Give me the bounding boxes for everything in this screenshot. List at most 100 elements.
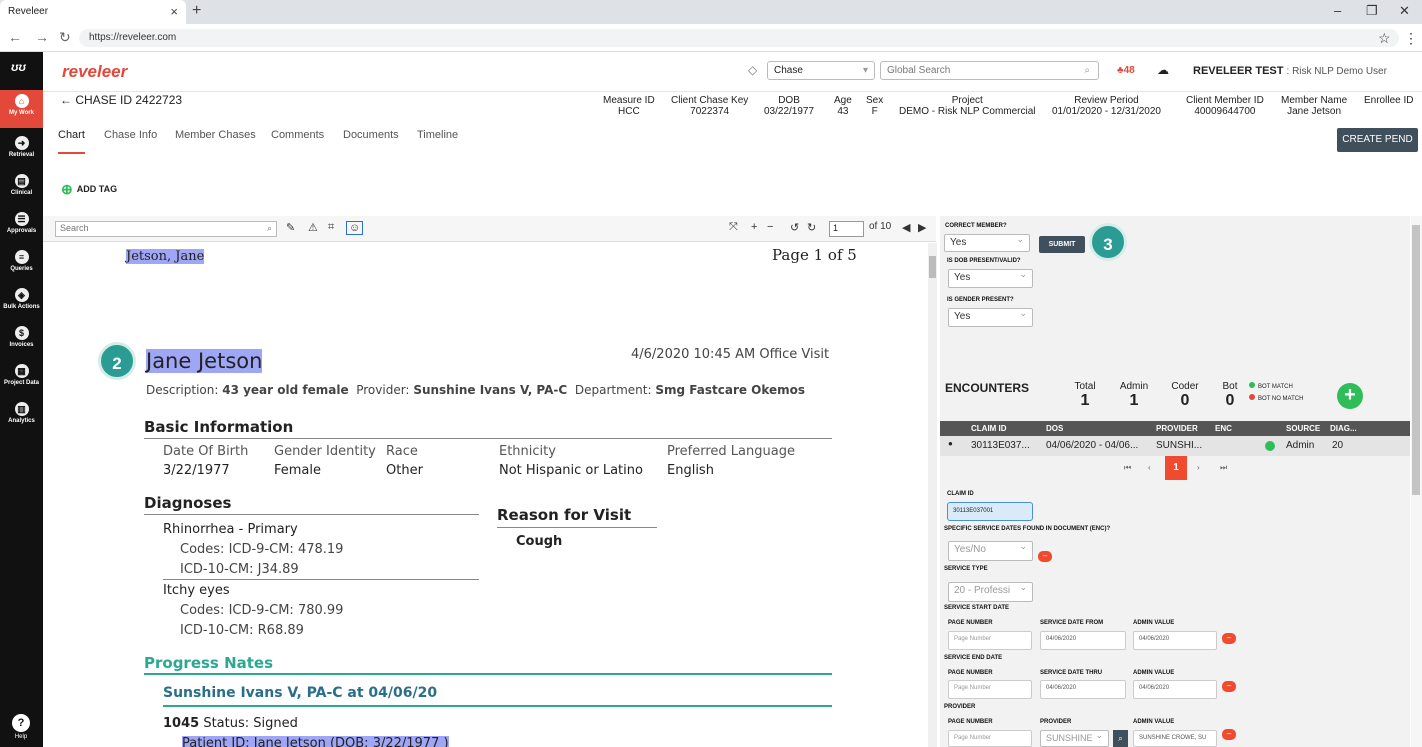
tab-documents[interactable]: Documents xyxy=(343,129,399,141)
document-scrollbar[interactable] xyxy=(928,243,937,747)
sidebar-item-clinical[interactable]: ▤ Clinical xyxy=(0,174,43,196)
first-page-icon[interactable]: ⏮ xyxy=(1124,463,1131,473)
col-admin-value: ADMIN VALUE xyxy=(1133,719,1175,725)
meta-client-chase-key: Client Chase Key 7022374 xyxy=(671,95,749,117)
claim-id-field[interactable]: 30113E037001 xyxy=(947,502,1033,521)
col-source[interactable]: SOURCE xyxy=(1286,424,1320,433)
add-encounter-button[interactable]: + xyxy=(1337,383,1363,409)
rotate-right-icon[interactable]: ↻ xyxy=(807,221,816,234)
add-tag-button[interactable]: ⊕ ADD TAG xyxy=(61,181,117,198)
next-page-icon[interactable]: › xyxy=(1197,463,1200,472)
end-page-input[interactable]: Page Number xyxy=(948,680,1032,699)
remove-icon[interactable]: – xyxy=(1222,633,1236,644)
tab-comments[interactable]: Comments xyxy=(271,129,324,141)
sidebar-item-analytics[interactable]: ▥ Analytics xyxy=(0,402,43,424)
col-provider: PROVIDER xyxy=(1040,719,1072,725)
sidebar-item-my-work[interactable]: ⌂ My Work xyxy=(0,90,43,128)
meta-client-member-id: Client Member ID 40009644700 xyxy=(1186,95,1264,117)
sidebar-item-retrieval[interactable]: ➜ Retrieval xyxy=(0,136,43,158)
doc-val: Other xyxy=(386,463,423,478)
end-date-input[interactable]: 04/06/2020 xyxy=(1040,680,1126,699)
sidebar-item-approvals[interactable]: ☰ Approvals xyxy=(0,212,43,234)
rotate-left-icon[interactable]: ↺ xyxy=(790,221,799,234)
global-search-input[interactable]: Global Search ⌕ xyxy=(880,61,1099,80)
back-icon[interactable]: ← xyxy=(8,29,22,45)
provider-select[interactable]: SUNSHINE xyxy=(1040,730,1109,747)
user-box-icon[interactable]: ☺ xyxy=(346,221,364,235)
warning-icon[interactable]: ⚠ xyxy=(308,221,318,234)
sidebar-item-bulk-actions[interactable]: ◈ Bulk Actions xyxy=(0,288,43,310)
user-menu[interactable]: REVELEER TEST : Risk NLP Demo User xyxy=(1193,65,1387,77)
close-window-icon[interactable]: ✕ xyxy=(1399,3,1410,19)
tab-chart[interactable]: Chart xyxy=(58,129,85,154)
specific-dates-select[interactable]: Yes/No xyxy=(948,541,1033,561)
dob-select[interactable]: Yes xyxy=(948,269,1033,288)
gender-label: IS GENDER PRESENT? xyxy=(947,297,1014,303)
remove-icon[interactable]: – xyxy=(1222,681,1236,692)
provider-page-input[interactable]: Page Number xyxy=(948,730,1032,747)
sidebar-item-queries[interactable]: ≡ Queries xyxy=(0,250,43,272)
next-page-icon[interactable]: ▶ xyxy=(918,221,926,234)
search-type-select[interactable]: Chase ▾ xyxy=(767,61,875,80)
close-tab-icon[interactable]: × xyxy=(170,4,178,19)
tab-timeline[interactable]: Timeline xyxy=(417,129,458,141)
callout-3: 3 xyxy=(1089,223,1127,261)
url-input[interactable]: https://reveleer.com xyxy=(79,29,1399,47)
reload-icon[interactable]: ↻ xyxy=(59,29,71,46)
create-pend-button[interactable]: CREATE PEND xyxy=(1337,128,1418,152)
table-row[interactable]: ● 30113E037... 04/06/2020 - 04/06... SUN… xyxy=(940,436,1410,456)
sidebar-item-invoices[interactable]: $ Invoices xyxy=(0,326,43,348)
prev-page-icon[interactable]: ◀ xyxy=(902,221,910,234)
minimize-icon[interactable]: – xyxy=(1334,3,1341,18)
panel-scroll-thumb[interactable] xyxy=(1412,225,1420,495)
restore-icon[interactable]: ❐ xyxy=(1366,3,1378,19)
help-button[interactable]: ? Help xyxy=(11,714,31,740)
doc-diagnoses: Diagnoses xyxy=(144,494,232,512)
pencil-icon[interactable]: ✎ xyxy=(286,221,295,234)
fit-screen-icon[interactable]: ⤧ xyxy=(729,221,738,234)
col-dos[interactable]: DOS xyxy=(1046,424,1063,433)
col-provider[interactable]: PROVIDER xyxy=(1156,424,1198,433)
col-enc[interactable]: ENC xyxy=(1215,424,1232,433)
document-search-input[interactable]: Search ⌕ xyxy=(55,221,277,237)
search-icon: ⌕ xyxy=(266,223,272,233)
last-page-icon[interactable]: ⏭ xyxy=(1220,463,1227,473)
doc-code: ICD-10-CM: R68.89 xyxy=(180,623,304,638)
forward-icon[interactable]: → xyxy=(35,29,49,45)
doc-code: Codes: ICD-9-CM: 478.19 xyxy=(180,542,344,557)
document-scroll-thumb[interactable] xyxy=(929,256,936,278)
remove-icon[interactable]: – xyxy=(1222,729,1236,740)
stat-admin: Admin 1 xyxy=(1119,381,1149,409)
meta-dob: DOB 03/22/1977 xyxy=(764,95,815,117)
doc-basic-info: Basic Information xyxy=(144,418,294,436)
new-tab-icon[interactable]: + xyxy=(192,2,201,20)
bookmark-star-icon[interactable]: ☆ xyxy=(1378,30,1391,47)
sidebar-item-project-data[interactable]: ▦ Project Data xyxy=(0,364,43,386)
remove-icon[interactable]: – xyxy=(1038,551,1052,562)
zoom-in-icon[interactable]: + xyxy=(751,221,757,233)
tab-chase-info[interactable]: Chase Info xyxy=(104,129,157,141)
service-type-select[interactable]: 20 - Professi xyxy=(948,582,1033,602)
submit-button[interactable]: SUBMIT xyxy=(1039,236,1085,253)
crop-icon[interactable]: ⌗ xyxy=(328,221,334,234)
start-page-input[interactable]: Page Number xyxy=(948,631,1032,650)
back-arrow-icon[interactable]: ← xyxy=(60,93,72,107)
alerts-button[interactable]: ♣48 xyxy=(1117,65,1135,76)
prev-page-icon[interactable]: ‹ xyxy=(1148,463,1151,472)
browser-menu-icon[interactable]: ⋮ xyxy=(1404,30,1418,47)
current-page-button[interactable]: 1 xyxy=(1165,456,1187,480)
row-radio-icon[interactable]: ● xyxy=(948,439,953,448)
start-date-input[interactable]: 04/06/2020 xyxy=(1040,631,1126,650)
col-diag[interactable]: DIAG... xyxy=(1330,424,1357,433)
meta-measure-id: Measure ID HCC xyxy=(603,95,655,117)
correct-member-select[interactable]: Yes xyxy=(944,234,1030,252)
page-number-input[interactable]: 1 xyxy=(829,221,864,237)
search-icon[interactable]: ⌕ xyxy=(1113,730,1128,747)
col-claim-id[interactable]: CLAIM ID xyxy=(971,424,1007,433)
zoom-out-icon[interactable]: − xyxy=(767,221,773,233)
gender-select[interactable]: Yes xyxy=(948,308,1033,327)
cloud-icon[interactable]: ☁ xyxy=(1157,63,1169,77)
tab-member-chases[interactable]: Member Chases xyxy=(175,129,256,141)
start-admin-value: 04/06/2020 xyxy=(1133,631,1217,650)
browser-tab[interactable]: Reveleer × xyxy=(0,0,186,24)
